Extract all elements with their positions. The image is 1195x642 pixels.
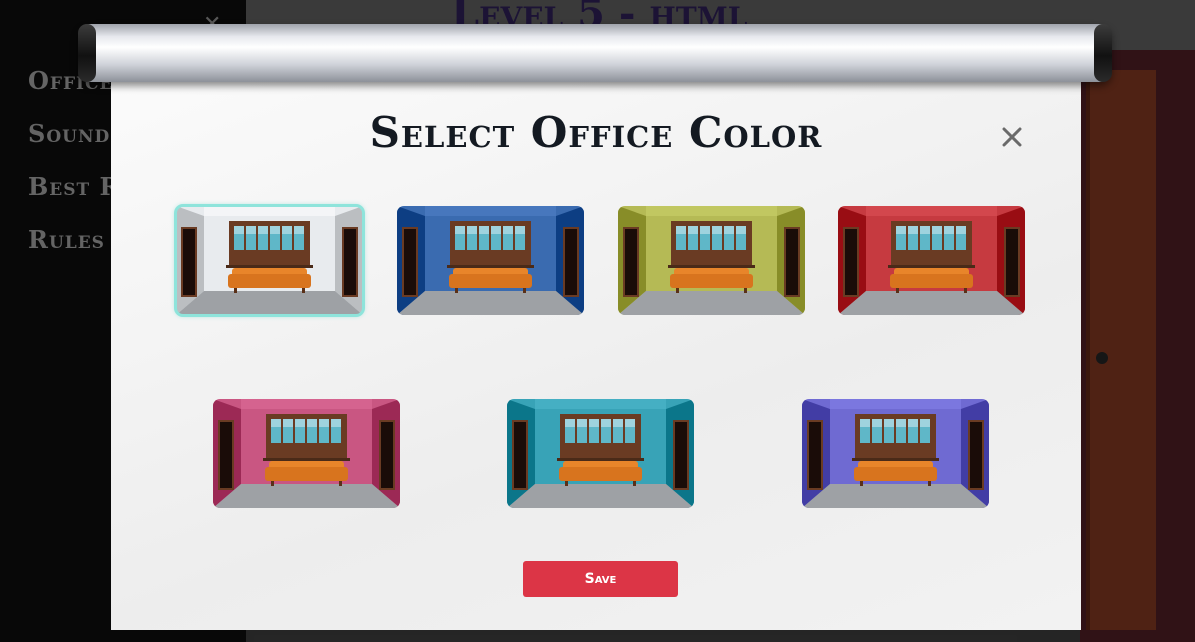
modal-title: Select Office Color	[369, 108, 823, 157]
office-color-option[interactable]	[618, 206, 805, 315]
office-color-option[interactable]	[174, 204, 365, 317]
office-color-option[interactable]	[507, 399, 694, 508]
roller-cap-left	[78, 24, 96, 82]
office-color-option[interactable]	[213, 399, 400, 508]
roller-cap-right	[1094, 24, 1112, 82]
save-button[interactable]: Save	[523, 561, 678, 597]
scroll-roller	[78, 24, 1112, 82]
close-icon[interactable]	[999, 124, 1025, 150]
office-color-option[interactable]	[802, 399, 989, 508]
office-color-option[interactable]	[397, 206, 584, 315]
office-color-option[interactable]	[838, 206, 1025, 315]
office-color-modal: Select Office Color Save	[111, 76, 1081, 630]
